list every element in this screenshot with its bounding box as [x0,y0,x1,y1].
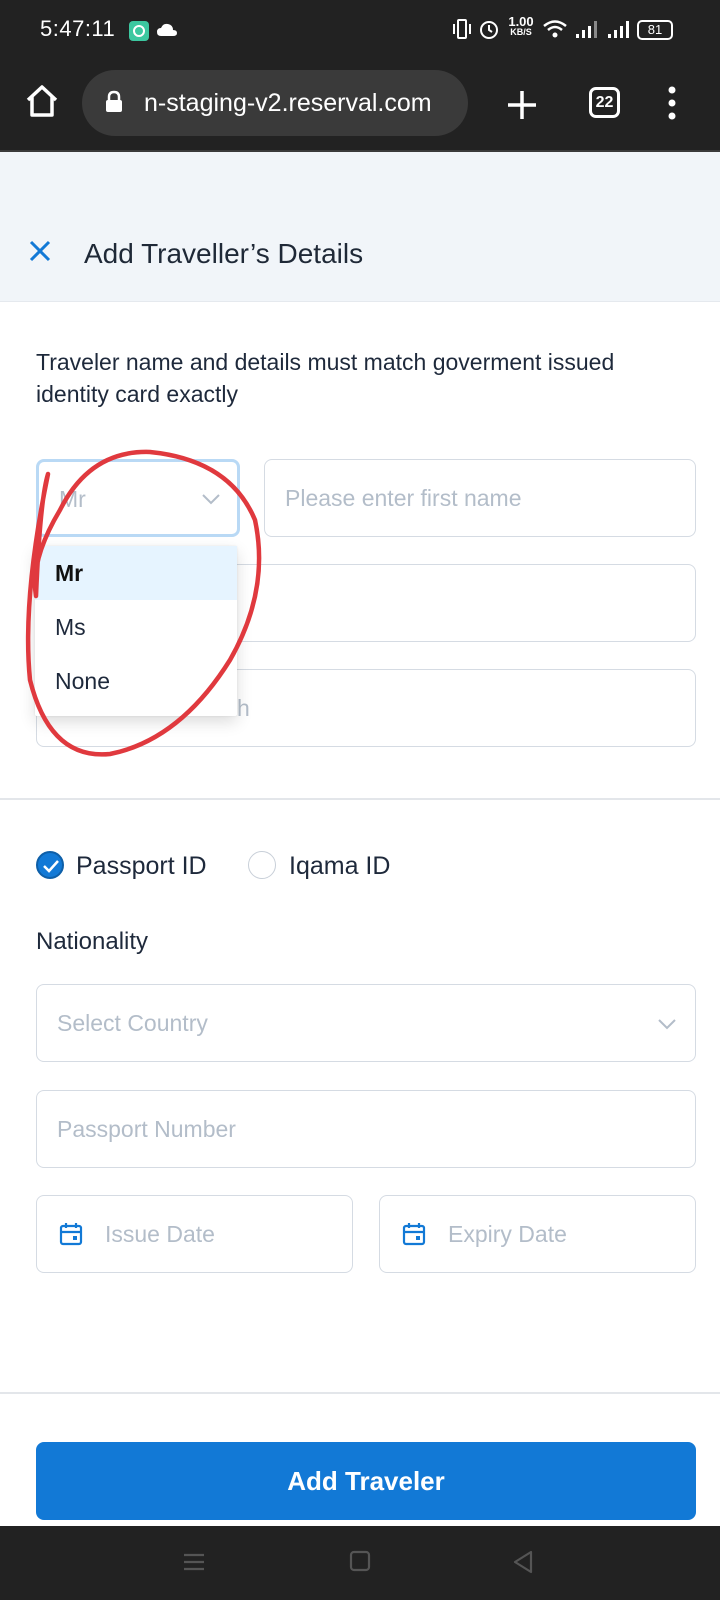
passport-number-input[interactable]: Passport Number [36,1090,696,1168]
back-icon[interactable] [512,1550,534,1574]
page-header: Add Traveller’s Details [0,152,720,302]
url-text: n-staging-v2.reserval.com [144,89,432,117]
tab-count: 22 [595,94,614,111]
add-traveler-button[interactable]: Add Traveler [36,1442,696,1520]
home-icon[interactable] [24,83,60,119]
check-icon [43,860,59,873]
battery-level: 81 [647,22,663,37]
chevron-down-icon [658,1019,676,1030]
first-name-placeholder: Please enter first name [285,485,522,511]
first-name-input[interactable]: Please enter first name [264,459,696,537]
expiry-date-input[interactable]: Expiry Date [379,1195,696,1273]
country-select[interactable]: Select Country [36,984,696,1062]
net-speed-value: 1.00 [508,14,534,29]
alarm-icon [480,21,498,39]
tab-switcher-button[interactable]: 22 [589,87,620,118]
iqama-id-radio[interactable] [248,851,276,879]
net-speed: 1.00 KB/S [505,14,537,38]
browser-toolbar: n-staging-v2.reserval.com 22 [0,60,720,152]
recent-apps-icon[interactable] [182,1552,206,1572]
app-notification-icon [129,21,149,41]
page-title: Add Traveller’s Details [84,238,364,269]
plus-icon[interactable] [504,87,540,123]
issue-date-input[interactable]: Issue Date [36,1195,353,1273]
signal-icon [576,21,597,38]
status-bar: 5:47:11 1.00 KB/S 81 [0,0,720,60]
iqama-id-label[interactable]: Iqama ID [289,852,390,881]
vibrate-icon [453,19,471,39]
cloud-icon [157,23,177,36]
calendar-icon [59,1223,83,1246]
system-navigation-bar [0,1526,720,1600]
battery-icon: 81 [637,20,673,40]
wifi-icon [543,20,567,38]
calendar-icon [402,1223,426,1246]
passport-number-placeholder: Passport Number [57,1116,236,1142]
section-divider [0,798,720,800]
lock-icon [106,90,122,112]
close-icon[interactable] [28,239,52,263]
annotation-circle [25,449,262,757]
country-placeholder: Select Country [57,1010,208,1036]
notice-text: Traveler name and details must match gov… [36,349,615,407]
issue-date-placeholder: Issue Date [105,1221,215,1247]
address-bar[interactable]: n-staging-v2.reserval.com [82,70,468,136]
more-vert-icon[interactable] [662,85,682,121]
footer-divider [0,1392,720,1394]
expiry-date-placeholder: Expiry Date [448,1221,567,1247]
signal-icon-2 [608,21,629,38]
passport-id-label[interactable]: Passport ID [76,852,207,881]
passport-id-radio[interactable] [36,851,64,879]
nationality-label: Nationality [36,928,149,955]
home-nav-icon[interactable] [349,1550,371,1572]
status-time: 5:47:11 [40,16,116,41]
